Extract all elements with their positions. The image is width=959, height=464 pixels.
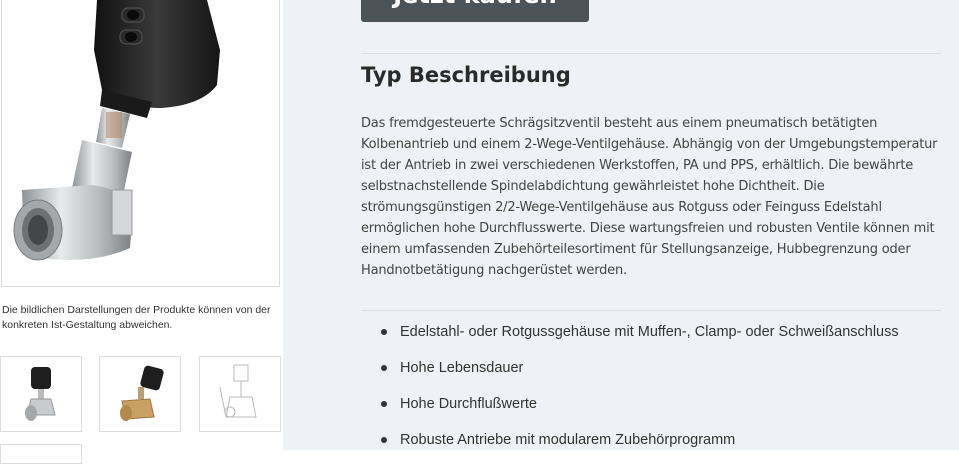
thumbnail-brass-valve[interactable] bbox=[99, 356, 181, 432]
feature-item: Edelstahl- oder Rotgussgehäuse mit Muffe… bbox=[361, 319, 941, 355]
image-disclaimer: Die bildlichen Darstellungen der Produkt… bbox=[2, 304, 271, 331]
divider bbox=[361, 53, 941, 54]
feature-item: Robuste Antriebe mit modularem Zubehörpr… bbox=[361, 427, 941, 463]
feature-item: Hohe Lebensdauer bbox=[361, 355, 941, 391]
feature-item: Hohe Durchflußwerte bbox=[361, 391, 941, 427]
thumbnail-steel-valve[interactable] bbox=[0, 356, 82, 432]
feature-text: Hohe Lebensdauer bbox=[400, 360, 524, 376]
thumbnail-more[interactable] bbox=[0, 444, 82, 464]
feature-text: Robuste Antriebe mit modularem Zubehörpr… bbox=[400, 432, 736, 448]
thumbnail-image bbox=[219, 364, 257, 418]
bullet-icon bbox=[381, 329, 387, 335]
type-description: Das fremdgesteuerte Schrägsitzventil bes… bbox=[361, 116, 938, 278]
main-product-image[interactable] bbox=[1, 0, 280, 287]
feature-list: Edelstahl- oder Rotgussgehäuse mit Muffe… bbox=[361, 319, 941, 463]
divider bbox=[361, 310, 941, 311]
feature-text: Hohe Durchflußwerte bbox=[400, 396, 537, 412]
thumbnail-image bbox=[25, 367, 56, 421]
feature-text: Edelstahl- oder Rotgussgehäuse mit Muffe… bbox=[400, 324, 899, 340]
valve-illustration bbox=[13, 0, 220, 261]
thumbnail-drawing[interactable] bbox=[199, 356, 281, 432]
bullet-icon bbox=[381, 437, 387, 443]
thumbnail-image bbox=[120, 365, 164, 421]
add-to-cart-button[interactable]: Jetzt kaufen bbox=[361, 0, 589, 22]
bullet-icon bbox=[381, 365, 387, 371]
section-heading: Typ Beschreibung bbox=[361, 63, 571, 87]
bullet-icon bbox=[381, 401, 387, 407]
